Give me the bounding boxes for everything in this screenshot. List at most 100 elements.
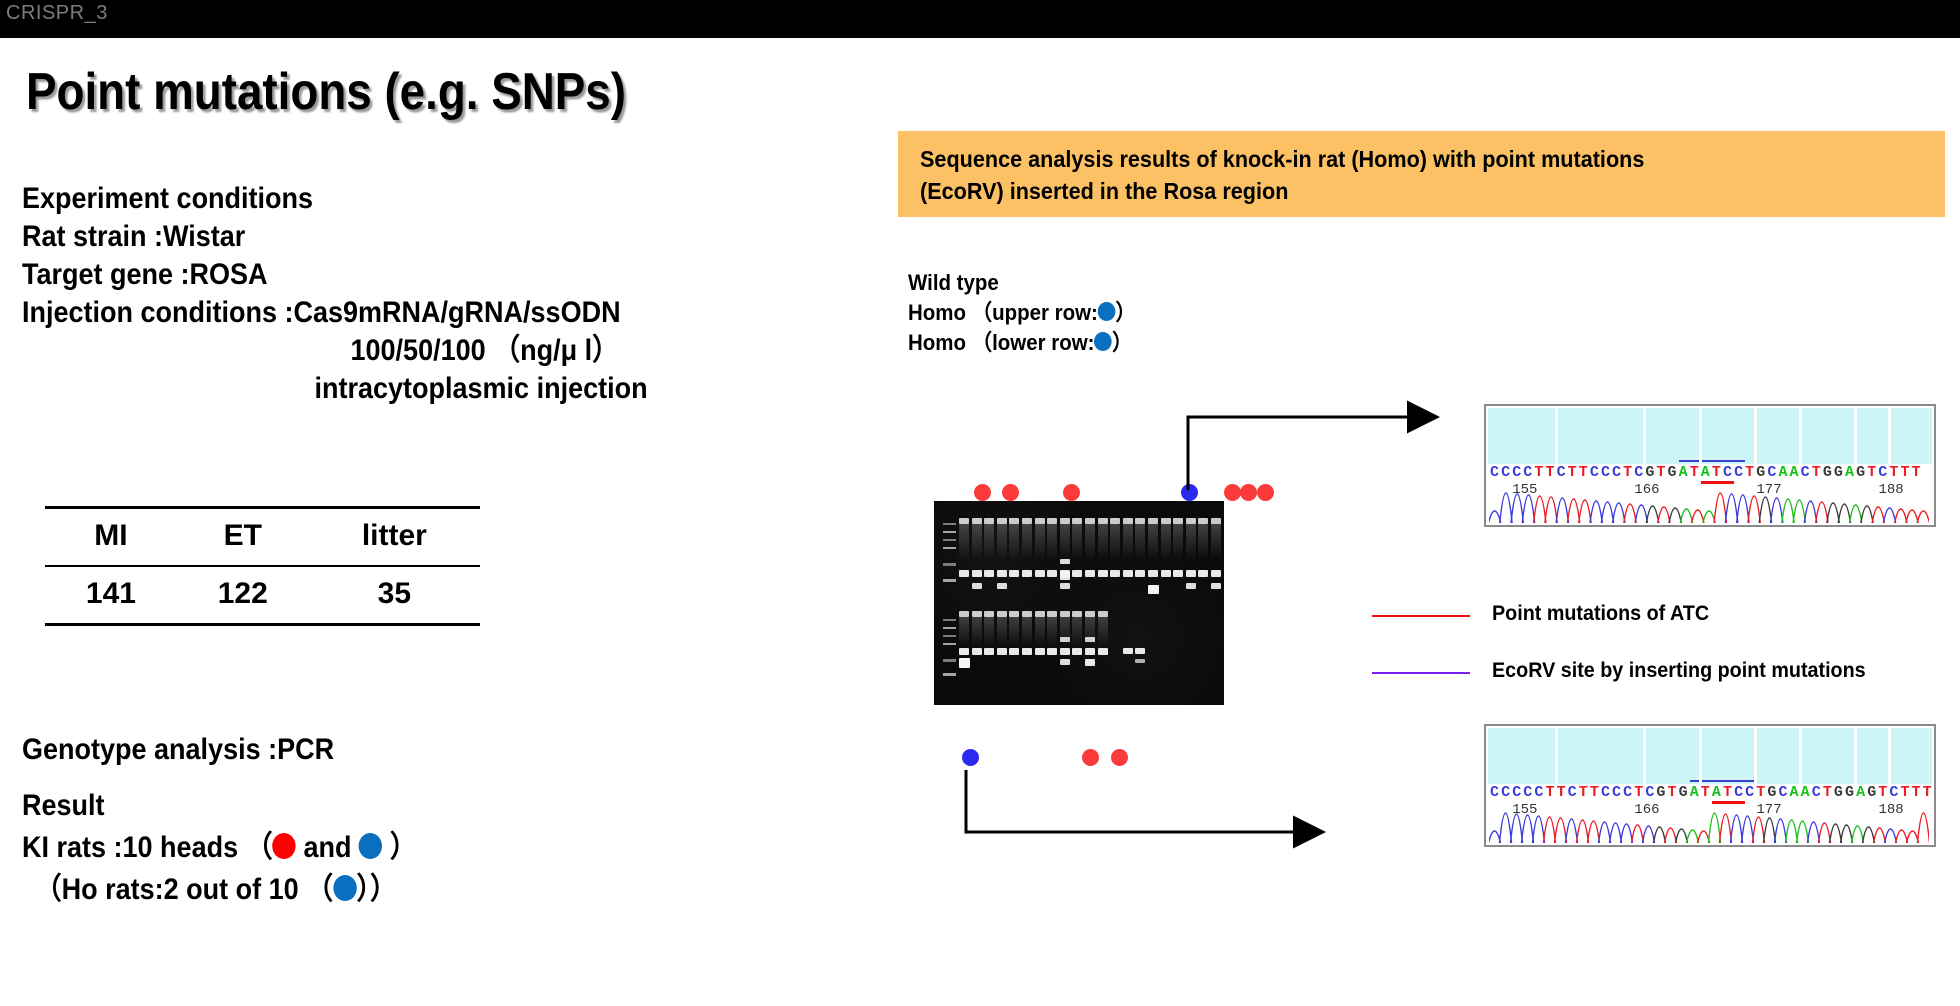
gel-band <box>984 570 995 577</box>
sequence-base: T <box>1722 784 1733 801</box>
gel-smear <box>1034 617 1045 647</box>
trace-peak <box>1542 816 1557 843</box>
trace-peak <box>1690 509 1705 523</box>
gel-band <box>996 648 1007 655</box>
page-title: Point mutations (e.g. SNPs) <box>26 63 627 121</box>
legend-line-swatch-purple <box>1372 672 1470 674</box>
sequence-base: A <box>1778 464 1788 481</box>
trace-peak <box>1566 498 1581 523</box>
gel-band <box>1022 570 1032 577</box>
trace-peak <box>1814 501 1829 523</box>
gel-smear <box>1085 524 1095 560</box>
trace-peak <box>1544 496 1558 523</box>
table-header-row: MI ET litter <box>45 507 480 566</box>
trace-peak <box>1839 824 1854 843</box>
gel-ladder-band <box>943 563 956 566</box>
sequence-base: G <box>1756 464 1766 481</box>
sequence-base: T <box>1700 784 1711 801</box>
trace-peaks-lower <box>1489 812 1929 843</box>
gel-band <box>1072 570 1083 577</box>
injection-method-line: intracytoplasmic injection <box>314 372 648 405</box>
gel-band <box>1085 648 1095 655</box>
gel-band <box>971 648 982 655</box>
sequence-base: G <box>1833 784 1844 801</box>
trace-peak <box>1817 822 1832 843</box>
genotype-analysis-line: Genotype analysis :PCR <box>22 733 335 766</box>
gel-band <box>1059 637 1070 642</box>
gel-band <box>1122 570 1133 577</box>
cell-et-value: 122 <box>217 577 268 610</box>
gel-smear <box>1034 524 1045 560</box>
gel-band <box>1047 648 1058 655</box>
gel-band <box>1085 659 1095 666</box>
blue-dot-icon <box>1097 302 1116 321</box>
trace-peak <box>1871 506 1886 523</box>
ho-rats-line: （Ho rats:2 out of 10 （ ）） <box>22 869 417 911</box>
arrow-to-lower-chromatogram <box>964 770 1326 849</box>
gel-band <box>1085 570 1095 577</box>
gel-band <box>959 648 969 655</box>
sequence-base: T <box>1623 464 1633 481</box>
gel-smear <box>1110 524 1121 560</box>
sequence-base: T <box>1689 464 1700 481</box>
gel-band <box>1198 570 1209 577</box>
trace-peak <box>1828 823 1843 843</box>
sequence-base: C <box>1623 784 1633 801</box>
sequence-base: C <box>1889 784 1899 801</box>
gel-smear <box>984 524 995 560</box>
band-separator <box>1643 408 1647 464</box>
gel-smear <box>1022 617 1032 647</box>
trace-peak <box>1758 496 1773 523</box>
result-block: Result KI rats :10 heads （ and ） （Ho rat… <box>22 785 417 911</box>
sequence-base: A <box>1711 784 1722 801</box>
trace-peak <box>1623 503 1637 523</box>
gel-smear <box>1022 524 1032 560</box>
band-separator <box>1798 408 1802 464</box>
blue-underline-upper <box>1678 460 1746 462</box>
sequence-base: C <box>1501 784 1511 801</box>
gel-smear <box>1135 524 1146 560</box>
trace-peak <box>1589 500 1604 523</box>
gel-smear <box>1047 524 1058 560</box>
gel-band <box>1034 570 1045 577</box>
result-heading: Result <box>22 789 105 822</box>
sequence-base: C <box>1634 464 1644 481</box>
sequence-base: T <box>1822 784 1833 801</box>
gel-smear <box>1185 524 1196 560</box>
gel-band <box>996 570 1007 577</box>
sequence-base: T <box>1578 464 1589 481</box>
trace-peak <box>1769 497 1784 523</box>
ho-rats-text-post: ）） <box>356 873 398 906</box>
sequence-base: T <box>1911 784 1922 801</box>
sequence-base: A <box>1845 464 1855 481</box>
trace-peak <box>1498 812 1513 843</box>
sequence-base: C <box>1567 784 1578 801</box>
homo-lower-text-post: ） <box>1112 330 1133 355</box>
ki-rats-text-mid: and <box>295 831 360 864</box>
gel-band <box>1135 659 1146 663</box>
trace-peak <box>1663 827 1678 843</box>
gel-band <box>1009 648 1020 655</box>
trace-peak <box>1531 815 1546 843</box>
band-separator <box>1754 408 1758 464</box>
cell-mi-value: 141 <box>85 577 136 610</box>
trace-peak <box>1850 825 1865 843</box>
gel-ladder-band <box>943 659 956 662</box>
gel-ladder-band <box>943 643 956 645</box>
trace-peak <box>1916 510 1929 523</box>
sequence-base: T <box>1711 464 1722 481</box>
sequence-base: T <box>1756 784 1766 801</box>
ki-rats-line: KI rats :10 heads （ and ） <box>22 831 417 864</box>
gel-band <box>996 583 1007 589</box>
sequence-base: C <box>1589 464 1600 481</box>
trace-peak <box>1645 505 1660 523</box>
trace-peak <box>1893 508 1908 523</box>
sequence-base: A <box>1789 464 1800 481</box>
sequence-base: C <box>1734 464 1744 481</box>
red-underline-lower <box>1712 801 1746 804</box>
experiment-conditions-block: Experiment conditions Rat strain :Wistar… <box>22 180 648 408</box>
gel-ladder-band <box>943 579 956 582</box>
gel-smear <box>971 524 982 560</box>
band-separator <box>1754 728 1758 784</box>
homo-upper-row-label: Homo （upper row: ） <box>908 300 1136 325</box>
